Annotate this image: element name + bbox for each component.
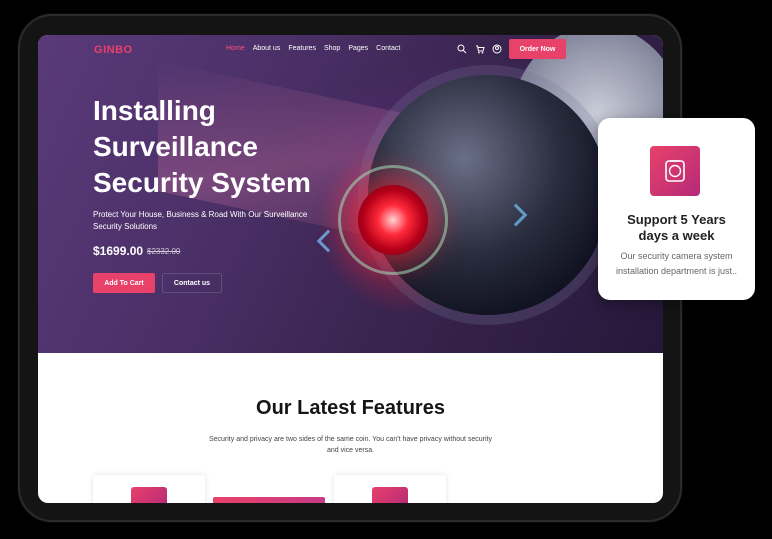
old-price: $2332.00: [147, 247, 181, 256]
support-card: Support 5 Years days a week Our security…: [598, 118, 755, 300]
hero-title: Installing Surveillance Security System: [93, 93, 363, 201]
brand-logo[interactable]: GINBO: [94, 44, 133, 56]
support-title-line: days a week: [638, 228, 715, 243]
hero-title-line: Installing: [93, 95, 216, 126]
nav-item-features[interactable]: Features: [288, 45, 316, 52]
nav-item-about[interactable]: About us: [253, 45, 281, 52]
logo-text: INBO: [103, 44, 133, 56]
hero-title-line: Security System: [93, 167, 311, 198]
support-title: Support 5 Years days a week: [598, 212, 755, 244]
feature-icon: [372, 487, 408, 503]
order-now-button[interactable]: Order Now: [509, 39, 566, 59]
current-price: $1699.00: [93, 244, 144, 258]
nav-item-pages[interactable]: Pages: [348, 45, 368, 52]
add-to-cart-button[interactable]: Add To Cart: [93, 273, 155, 293]
feature-icon: [131, 487, 167, 503]
nav-item-home[interactable]: Home: [226, 45, 245, 52]
website-screen: GINBO Home About us Features Shop Pages …: [38, 35, 663, 503]
hero-subtitle: Protect Your House, Business & Road With…: [93, 210, 308, 231]
contact-us-button[interactable]: Contact us: [162, 273, 222, 293]
top-navigation: GINBO Home About us Features Shop Pages …: [38, 35, 663, 65]
features-subtitle: Security and privacy are two sides of th…: [208, 436, 493, 454]
hero-title-line: Surveillance: [93, 131, 258, 162]
support-24-icon: [650, 146, 700, 196]
feature-card-highlight[interactable]: [213, 497, 325, 503]
main-menu: Home About us Features Shop Pages Contac…: [226, 45, 400, 52]
nav-item-contact[interactable]: Contact: [376, 45, 400, 52]
logo-mark: G: [94, 44, 104, 56]
nav-item-shop[interactable]: Shop: [324, 45, 340, 52]
support-text: Our security camera system installation …: [615, 251, 738, 276]
camera-lens: [358, 185, 428, 255]
features-title: Our Latest Features: [256, 397, 445, 419]
support-title-line: Support 5 Years: [627, 212, 726, 227]
hero-section: GINBO Home About us Features Shop Pages …: [38, 35, 663, 353]
search-icon[interactable]: [457, 44, 467, 54]
cart-icon[interactable]: [475, 44, 485, 54]
chevron-left-icon: [316, 229, 340, 253]
user-icon[interactable]: [492, 44, 502, 54]
